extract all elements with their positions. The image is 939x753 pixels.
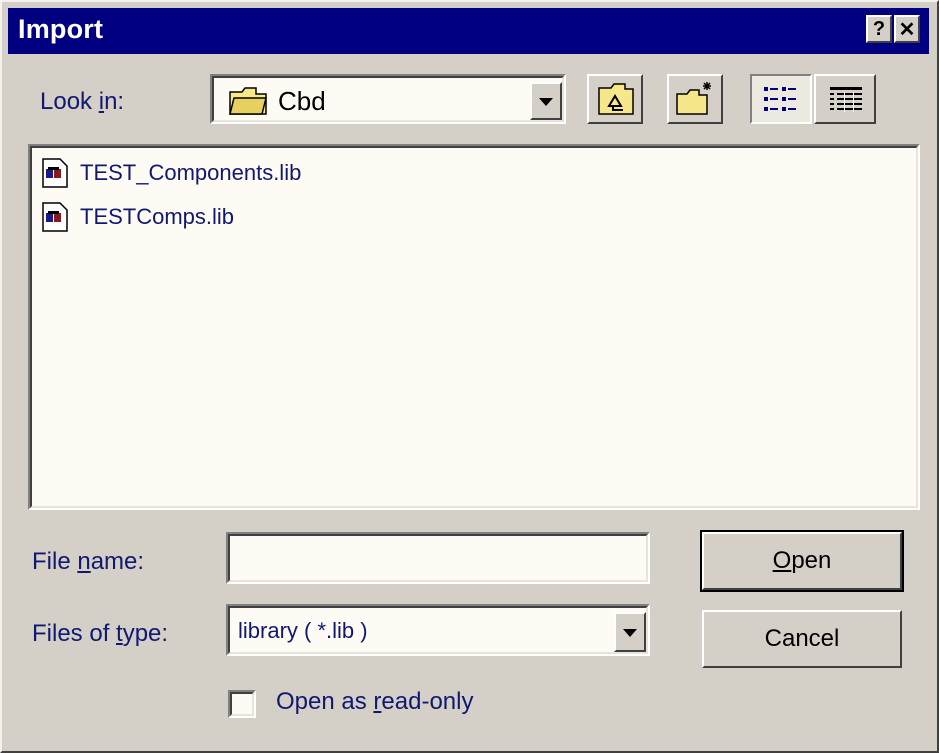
file-name-label-prefix: File <box>32 548 78 575</box>
chevron-down-icon <box>623 629 637 637</box>
close-icon: ✕ <box>898 18 916 41</box>
look-in-value: Cbd <box>278 86 326 116</box>
read-only-checkbox[interactable] <box>228 690 256 718</box>
list-item[interactable]: TEST_Components.lib <box>42 156 301 190</box>
cancel-button[interactable]: Cancel <box>702 610 902 668</box>
files-of-type-value: library ( *.lib ) <box>238 618 368 643</box>
list-view-button[interactable] <box>750 74 812 124</box>
open-button[interactable]: Open <box>700 530 904 592</box>
close-button[interactable]: ✕ <box>894 15 920 43</box>
file-name-label: File name: <box>32 548 144 576</box>
file-name-label-accel: n <box>77 548 91 575</box>
title-bar[interactable]: Import ? ✕ <box>8 8 929 54</box>
help-button[interactable]: ? <box>866 15 892 43</box>
read-only-checkbox-box <box>230 692 254 716</box>
look-in-label-prefix: Look <box>40 88 99 115</box>
files-of-type-dropdown[interactable]: library ( *.lib ) <box>226 604 650 656</box>
library-file-icon <box>42 202 68 232</box>
create-new-folder-button[interactable] <box>667 74 723 124</box>
file-list-area: TEST_Components.lib TESTComps.lib <box>30 146 918 508</box>
files-of-type-label-suffix: ype: <box>122 620 169 647</box>
library-file-icon <box>42 158 68 188</box>
details-view-button[interactable] <box>814 74 876 124</box>
read-only-label-suffix: ead-only <box>381 688 474 715</box>
read-only-label-prefix: Open as <box>276 688 374 715</box>
help-icon: ? <box>872 17 886 40</box>
open-label-accel: O <box>772 547 792 574</box>
look-in-dropdown-button[interactable] <box>530 82 562 120</box>
file-list[interactable]: TEST_Components.lib TESTComps.lib <box>28 144 920 510</box>
file-name-label-suffix: ame: <box>90 548 145 575</box>
details-view-icon <box>830 87 862 112</box>
file-name-field[interactable] <box>226 532 650 584</box>
folder-icon <box>229 87 267 115</box>
look-in-dropdown[interactable]: Cbd <box>210 74 566 124</box>
window-title: Import <box>18 14 104 44</box>
new-folder-icon <box>676 82 711 115</box>
open-button-face: Open <box>702 532 902 590</box>
files-of-type-dropdown-button[interactable] <box>614 612 646 652</box>
files-of-type-label-prefix: Files of <box>32 620 117 647</box>
open-label-rest: pen <box>791 547 832 574</box>
up-folder-icon <box>598 83 634 115</box>
look-in-label-suffix: n: <box>104 88 125 115</box>
file-name: TEST_Components.lib <box>80 160 302 185</box>
look-in-label: Look in: <box>40 88 124 116</box>
file-name-input[interactable] <box>228 534 648 582</box>
file-name: TESTComps.lib <box>80 204 235 229</box>
files-of-type-field: library ( *.lib ) <box>228 606 648 654</box>
list-view-icon <box>764 87 796 111</box>
open-button-label: Open <box>704 547 900 575</box>
look-in-field: Cbd <box>212 76 564 122</box>
cancel-button-label: Cancel <box>764 625 840 652</box>
read-only-label[interactable]: Open as read-only <box>276 688 473 716</box>
list-item[interactable]: TESTComps.lib <box>42 200 234 234</box>
chevron-down-icon <box>539 98 553 106</box>
up-one-level-button[interactable] <box>587 74 643 124</box>
import-dialog: Import ? ✕ Look in: Cbd TEST_Components.… <box>0 0 939 753</box>
files-of-type-label: Files of type: <box>32 620 168 648</box>
files-of-type-label-accel: t <box>116 620 123 647</box>
